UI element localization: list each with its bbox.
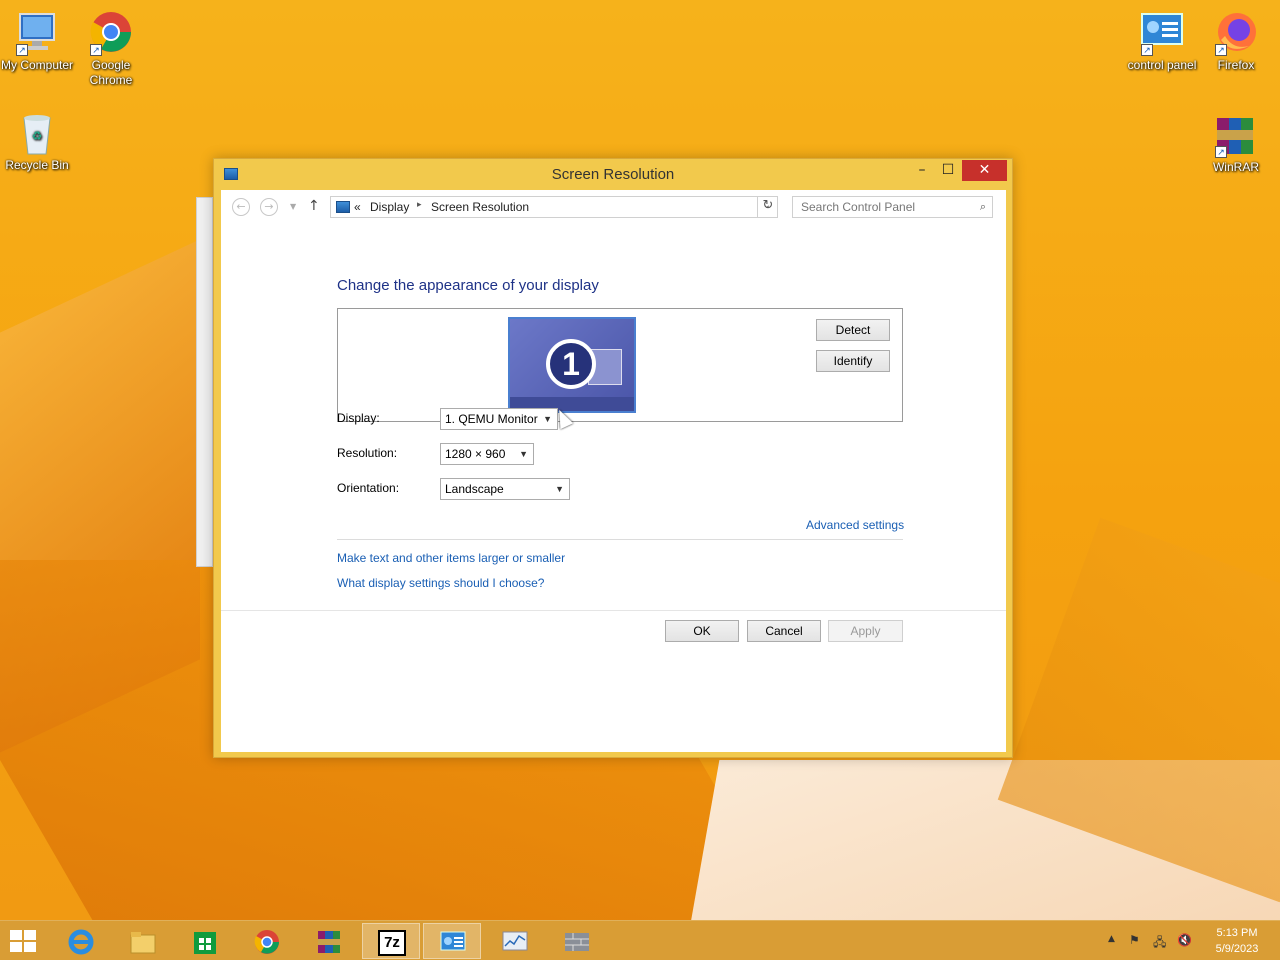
- desktop-icon-label: Google Chrome: [89, 58, 133, 87]
- desktop-icon-label: Firefox: [1217, 58, 1255, 72]
- screen-resolution-window: Screen Resolution – ☐ ✕ ← → ▼ ↑ « Displa…: [213, 158, 1013, 758]
- taskbar-firewall[interactable]: [548, 923, 606, 959]
- advanced-settings-link[interactable]: Advanced settings: [806, 518, 904, 532]
- minimize-button[interactable]: –: [908, 160, 936, 181]
- display-help-link[interactable]: What display settings should I choose?: [337, 576, 544, 590]
- desktop-icon-firefox[interactable]: ↗ Firefox: [1199, 10, 1273, 73]
- identify-button[interactable]: Identify: [816, 350, 890, 372]
- monitor-number: 1: [546, 339, 596, 389]
- text-size-link[interactable]: Make text and other items larger or smal…: [337, 551, 565, 565]
- start-button[interactable]: [10, 930, 37, 952]
- close-button[interactable]: ✕: [962, 160, 1007, 181]
- system-clock[interactable]: 5:13 PM 5/9/2023: [1206, 925, 1268, 957]
- desktop-icon-label: control panel: [1127, 58, 1197, 72]
- window-content: ← → ▼ ↑ « Display ▸ Screen Resolution ⌄ …: [221, 190, 1006, 752]
- apply-button[interactable]: Apply: [828, 620, 903, 642]
- orientation-select-value: Landscape: [445, 482, 504, 496]
- control-panel-icon: [440, 931, 466, 951]
- taskbar-chrome[interactable]: [238, 923, 296, 959]
- breadcrumb-screen-resolution[interactable]: Screen Resolution: [431, 200, 529, 214]
- chrome-icon: [254, 930, 279, 954]
- control-panel-icon: [336, 201, 350, 213]
- taskbar-store[interactable]: [176, 923, 234, 959]
- volume-muted-icon[interactable]: 🔇: [1177, 933, 1192, 947]
- network-icon[interactable]: 🖧: [1153, 933, 1166, 954]
- show-hidden-icons-icon[interactable]: ▲: [1108, 934, 1115, 944]
- back-icon[interactable]: ←: [232, 198, 250, 216]
- control-panel-icon: ↗: [1139, 10, 1185, 56]
- resolution-select-value: 1280 × 960: [445, 447, 506, 461]
- taskbar-internet-explorer[interactable]: [52, 923, 110, 959]
- winrar-icon: ↗: [1213, 112, 1259, 158]
- breadcrumb-separator-icon[interactable]: ▸: [417, 200, 422, 210]
- search-placeholder: Search Control Panel: [801, 200, 916, 214]
- resolution-label: Resolution:: [337, 446, 398, 460]
- chevron-down-icon: ▼: [555, 484, 564, 494]
- desktop-icon-google-chrome[interactable]: ↗ Google Chrome: [74, 10, 148, 88]
- breadcrumb-display[interactable]: Display: [370, 200, 409, 214]
- footer-divider: [221, 610, 1006, 611]
- taskbar-resource-monitor[interactable]: [486, 923, 544, 959]
- refresh-icon[interactable]: ↻: [757, 196, 778, 218]
- divider: [337, 539, 903, 540]
- resolution-select[interactable]: 1280 × 960 ▼: [440, 443, 534, 465]
- taskbar-file-explorer[interactable]: [114, 923, 172, 959]
- detect-button[interactable]: Detect: [816, 319, 890, 341]
- recycle-bin-icon: ♻: [14, 110, 60, 156]
- display-select[interactable]: 1. QEMU Monitor ▼: [440, 408, 558, 430]
- desktop-icon-label: Recycle Bin: [5, 158, 69, 172]
- folder-icon: [130, 932, 156, 954]
- windows-logo-pane: [10, 942, 22, 952]
- display-select-value: 1. QEMU Monitor: [445, 412, 538, 426]
- performance-monitor-icon: [502, 931, 528, 951]
- forward-icon[interactable]: →: [260, 198, 278, 216]
- ok-button[interactable]: OK: [665, 620, 739, 642]
- maximize-button[interactable]: ☐: [934, 160, 962, 181]
- firewall-icon: [565, 933, 589, 951]
- desktop-icon-label: WinRAR: [1212, 160, 1259, 174]
- taskbar-7zip[interactable]: 7z: [362, 923, 420, 959]
- windows-logo-pane: [24, 930, 36, 940]
- winrar-icon: [318, 931, 340, 953]
- taskbar-winrar[interactable]: [300, 923, 358, 959]
- desktop-icon-winrar[interactable]: ↗ WinRAR: [1199, 112, 1273, 175]
- chevron-down-icon: ▼: [519, 449, 528, 459]
- windows-logo-pane: [10, 930, 22, 940]
- title-bar[interactable]: Screen Resolution – ☐ ✕: [214, 159, 1012, 189]
- up-arrow-icon[interactable]: ↑: [308, 198, 320, 214]
- desktop-icon-recycle-bin[interactable]: ♻ Recycle Bin: [0, 110, 74, 173]
- 7zip-icon: 7z: [378, 930, 406, 956]
- taskbar: 7z ▲ ⚑ 🖧 🔇 5:13 PM 5/9/2023: [0, 920, 1280, 960]
- desktop-icon-my-computer[interactable]: ↗ My Computer: [0, 10, 74, 73]
- windows-logo-pane: [24, 942, 36, 952]
- window-title: Screen Resolution: [551, 166, 675, 183]
- navigation-bar: ← → ▼ ↑ « Display ▸ Screen Resolution ⌄ …: [221, 190, 1006, 226]
- desktop-icon-control-panel[interactable]: ↗ control panel: [1125, 10, 1199, 73]
- clock-date: 5/9/2023: [1215, 943, 1259, 955]
- svg-text:♻: ♻: [32, 129, 43, 143]
- store-icon: [194, 932, 216, 954]
- search-icon[interactable]: ⌕: [980, 200, 986, 214]
- desktop-icon-label: My Computer: [0, 58, 74, 72]
- internet-explorer-icon: [68, 929, 94, 955]
- address-bar[interactable]: « Display ▸ Screen Resolution ⌄: [330, 196, 778, 218]
- breadcrumb-overflow[interactable]: «: [354, 200, 361, 214]
- monitor-1-thumbnail[interactable]: 1: [508, 317, 636, 413]
- search-input[interactable]: Search Control Panel ⌕: [792, 196, 993, 218]
- firefox-icon: ↗: [1213, 10, 1259, 56]
- chrome-icon: ↗: [88, 10, 134, 56]
- chevron-down-icon: ▼: [543, 414, 552, 424]
- clock-time: 5:13 PM: [1216, 927, 1258, 939]
- action-center-flag-icon[interactable]: ⚑: [1129, 933, 1140, 947]
- recent-locations-icon[interactable]: ▼: [290, 202, 296, 211]
- taskbar-control-panel[interactable]: [423, 923, 481, 959]
- computer-icon: ↗: [14, 10, 60, 56]
- orientation-select[interactable]: Landscape ▼: [440, 478, 570, 500]
- cancel-button[interactable]: Cancel: [747, 620, 821, 642]
- monitor-layout-panel: 1 Detect Identify: [337, 308, 903, 422]
- page-heading: Change the appearance of your display: [337, 277, 599, 294]
- background-window-fragment[interactable]: [196, 197, 213, 567]
- orientation-label: Orientation:: [337, 481, 400, 495]
- display-label: Display:: [337, 411, 380, 425]
